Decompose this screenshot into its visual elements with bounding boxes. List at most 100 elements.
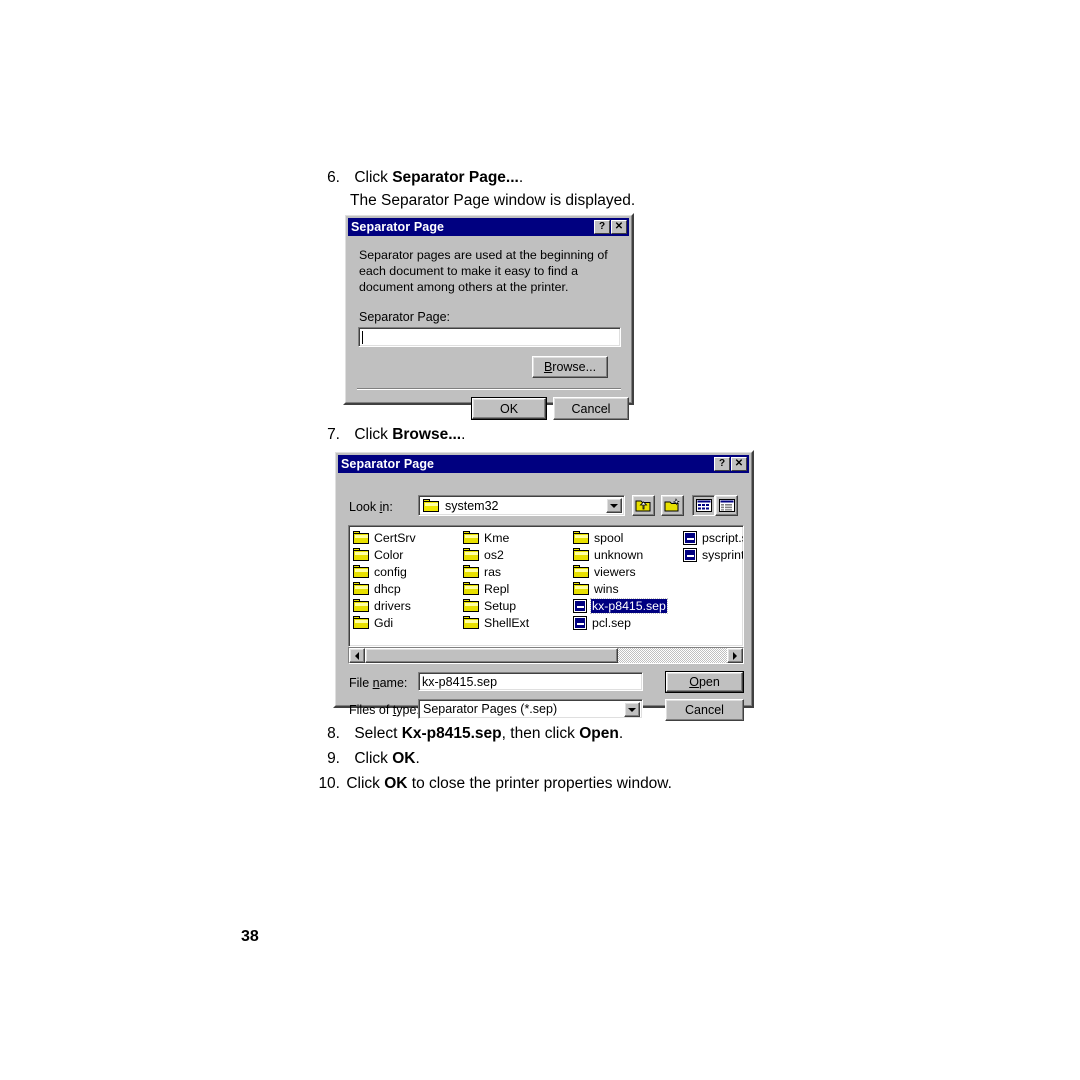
chevron-down-icon[interactable] — [624, 702, 640, 717]
step-9: 9. Click OK. — [318, 748, 420, 770]
details-view-icon[interactable] — [715, 495, 738, 516]
horizontal-scrollbar[interactable] — [348, 647, 744, 664]
sep-file-icon — [683, 547, 697, 562]
help-icon[interactable]: ? — [594, 220, 610, 234]
list-item-label: pcl.sep — [592, 615, 631, 630]
browse-dialog-title: Separator Page — [341, 457, 435, 471]
step-8-mid: , then click — [501, 725, 580, 742]
file-list-view[interactable]: CertSrv Color config dhcp drivers Gdi Kme os2 r… — [348, 525, 744, 647]
separator-dialog-titlebar[interactable]: Separator Page ? ✕ — [348, 218, 629, 236]
look-in-combo[interactable]: system32 — [418, 495, 625, 516]
step-8-pre: Select — [354, 725, 402, 742]
list-item[interactable]: Kme — [463, 529, 530, 546]
up-one-level-glyph — [635, 500, 651, 512]
list-item[interactable]: Repl — [463, 580, 530, 597]
scrollbar-thumb[interactable] — [365, 648, 619, 663]
scroll-right-icon[interactable] — [727, 648, 743, 663]
browse-button[interactable]: Browse... — [532, 356, 608, 378]
help-icon[interactable]: ? — [714, 457, 730, 471]
list-item-label: Color — [374, 547, 404, 562]
file-name-input[interactable]: kx-p8415.sep — [418, 672, 643, 691]
folder-icon — [573, 548, 589, 561]
list-item[interactable]: pcl.sep — [573, 614, 667, 631]
folder-icon — [463, 548, 479, 561]
list-item[interactable]: spool — [573, 529, 667, 546]
list-item[interactable]: ShellExt — [463, 614, 530, 631]
ok-button[interactable]: OK — [471, 397, 547, 420]
step-9-pre: Click — [354, 750, 393, 767]
list-item[interactable]: Gdi — [353, 614, 417, 631]
file-column: pscript.sep sysprint.se — [683, 529, 744, 563]
list-item[interactable]: unknown — [573, 546, 667, 563]
browse-dialog-body: Look in: system32 CertSrv Color config d… — [338, 473, 749, 721]
folder-icon — [463, 565, 479, 578]
step-9-post: . — [415, 750, 420, 767]
step-6-subtext: The Separator Page window is displayed. — [350, 190, 635, 212]
step-8: 8. Select Kx-p8415.sep, then click Open. — [318, 723, 623, 745]
file-name-label: File name: — [349, 676, 408, 690]
cancel-button-label: Cancel — [685, 703, 724, 717]
browse-dialog-inner: Separator Page ? ✕ Look in: system32 Cer… — [335, 452, 752, 721]
list-item[interactable]: os2 — [463, 546, 530, 563]
step-8-post: . — [618, 725, 624, 742]
list-item-label: unknown — [594, 547, 644, 562]
folder-icon — [573, 531, 589, 544]
step-10-bold: OK — [384, 775, 408, 792]
list-item[interactable]: drivers — [353, 597, 417, 614]
chevron-down-icon[interactable] — [606, 498, 622, 513]
sep-file-icon — [573, 615, 587, 630]
browse-dialog-titlebar[interactable]: Separator Page ? ✕ — [338, 455, 749, 473]
step-7-pre: Click — [354, 426, 393, 443]
step-7-number: 7. — [327, 426, 340, 443]
list-item[interactable]: wins — [573, 580, 667, 597]
folder-icon — [423, 499, 439, 512]
close-icon[interactable]: ✕ — [611, 220, 627, 234]
list-item[interactable]: viewers — [573, 563, 667, 580]
create-new-folder-icon[interactable] — [661, 495, 684, 516]
list-item[interactable]: config — [353, 563, 417, 580]
list-item-label: drivers — [374, 598, 411, 613]
folder-icon — [463, 599, 479, 612]
step-10-post: to close the printer properties window. — [407, 775, 672, 792]
list-view-glyph — [695, 499, 712, 512]
list-item-label: ShellExt — [484, 615, 530, 630]
files-of-type-combo[interactable]: Separator Pages (*.sep) — [418, 699, 643, 719]
cancel-button[interactable]: Cancel — [665, 699, 744, 721]
list-item[interactable]: ras — [463, 563, 530, 580]
step-7-bold: Browse... — [392, 426, 462, 443]
up-one-level-icon[interactable] — [632, 495, 655, 516]
folder-icon — [353, 548, 369, 561]
separator-page-field-label: Separator Page: — [359, 310, 451, 324]
cancel-button[interactable]: Cancel — [553, 397, 629, 420]
step-10-pre: Click — [346, 775, 385, 792]
look-in-label: Look in: — [349, 500, 393, 514]
list-item[interactable]: Color — [353, 546, 417, 563]
list-item[interactable]: pscript.sep — [683, 529, 743, 546]
separator-page-input[interactable] — [358, 327, 621, 347]
list-item-label: CertSrv — [374, 530, 416, 545]
list-item-label: ras — [484, 564, 502, 579]
scroll-left-icon[interactable] — [349, 648, 365, 663]
step-10: 10. Click OK to close the printer proper… — [312, 773, 672, 795]
list-item[interactable]: kx-p8415.sep — [573, 597, 668, 614]
list-item[interactable]: CertSrv — [353, 529, 417, 546]
step-9-number: 9. — [327, 750, 340, 767]
step-7-post: . — [461, 426, 466, 443]
list-item-label: Gdi — [374, 615, 394, 630]
list-item-label: sysprint.se — [702, 547, 744, 562]
text-caret — [362, 330, 363, 344]
open-button[interactable]: Open — [665, 671, 744, 693]
file-browse-dialog[interactable]: Separator Page ? ✕ Look in: system32 Cer… — [333, 450, 754, 721]
close-icon[interactable]: ✕ — [731, 457, 747, 471]
list-item[interactable]: dhcp — [353, 580, 417, 597]
list-item-label: Repl — [484, 581, 510, 596]
scrollbar-track[interactable] — [365, 648, 727, 663]
separator-page-dialog[interactable]: Separator Page ? ✕ Separator pages are u… — [343, 213, 634, 420]
list-view-icon[interactable] — [692, 495, 715, 516]
list-item[interactable]: sysprint.se — [683, 546, 744, 563]
step-9-bold: OK — [392, 750, 416, 767]
list-item[interactable]: Setup — [463, 597, 530, 614]
sep-file-icon — [683, 530, 697, 545]
list-item-label: wins — [594, 581, 619, 596]
folder-icon — [353, 582, 369, 595]
